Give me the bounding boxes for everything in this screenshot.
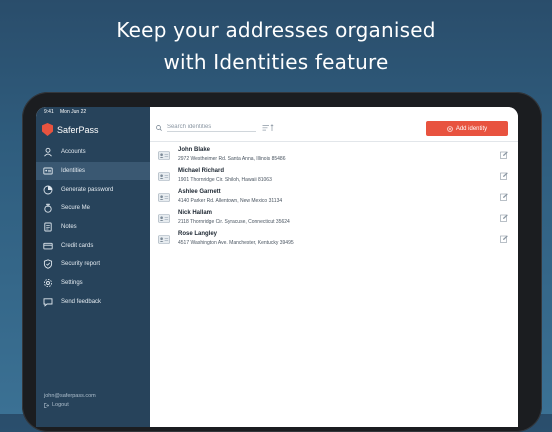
id-card-icon (158, 214, 170, 223)
app-logo: SaferPass (42, 123, 99, 136)
battery-percent: 100% (481, 109, 494, 115)
search-icon (156, 124, 162, 131)
sidebar-item-secure-me[interactable]: Secure Me (36, 199, 150, 218)
note-icon (43, 222, 53, 232)
generate-icon (43, 185, 53, 195)
edit-icon[interactable] (500, 193, 508, 201)
add-identity-label: Add identity (455, 125, 488, 132)
gear-icon (43, 278, 53, 288)
promo-headline: Keep your addresses organised with Ident… (0, 14, 552, 78)
wifi-icon (472, 110, 479, 114)
sidebar-item-security-report[interactable]: Security report (36, 255, 150, 274)
edit-icon[interactable] (500, 172, 508, 180)
sidebar: SaferPass Accounts Identities Generate p… (36, 107, 150, 427)
add-identity-button[interactable]: Add identity (426, 121, 508, 136)
app-name: SaferPass (57, 124, 99, 135)
sidebar-item-label: Security report (61, 261, 101, 268)
logout-icon (44, 403, 49, 408)
account-footer: john@saferpass.com Logout (44, 392, 96, 410)
card-icon (43, 241, 53, 251)
sidebar-item-settings[interactable]: Settings (36, 274, 150, 293)
list-item[interactable]: John Blake 2972 Westheimer Rd. Santa Ann… (150, 145, 518, 166)
search-input[interactable] (166, 123, 256, 132)
sidebar-item-notes[interactable]: Notes (36, 218, 150, 237)
headline-line-1: Keep your addresses organised (116, 18, 436, 42)
battery-icon (497, 109, 508, 115)
shield-icon (43, 259, 53, 270)
id-card-icon (158, 172, 170, 181)
status-date: Mon Jun 22 (60, 109, 87, 115)
id-card-icon (158, 151, 170, 160)
id-card-icon (158, 193, 170, 202)
sidebar-item-identities[interactable]: Identities (36, 161, 150, 181)
id-card-icon (158, 235, 170, 244)
status-time: 9:41 (44, 109, 54, 115)
sidebar-item-label: Generate password (61, 186, 114, 193)
signal-icon (461, 110, 469, 114)
main-panel: Add identity John Blake 2972 Westheimer … (150, 107, 518, 427)
identity-address: 2118 Thornridge Cir. Syracuse, Connectic… (178, 219, 290, 225)
secure-icon (43, 203, 53, 214)
list-item[interactable]: Michael Richard 1901 Thornridge Cir. Shi… (150, 166, 518, 187)
account-email: john@saferpass.com (44, 393, 96, 399)
sidebar-item-label: Credit cards (61, 242, 94, 249)
identity-address: 1901 Thornridge Cir. Shiloh, Hawaii 8106… (178, 177, 272, 183)
headline-line-2: with Identities feature (163, 50, 389, 74)
identity-address: 4517 Washington Ave. Manchester, Kentuck… (178, 240, 294, 246)
sort-icon[interactable] (262, 124, 274, 132)
saferpass-logo-icon (42, 123, 53, 136)
app-screen: 9:41 Mon Jun 22 100% SaferPass Accounts (36, 107, 518, 427)
list-item[interactable]: Ashlee Garnett 4140 Parker Rd. Allentown… (150, 187, 518, 208)
toolbar: Add identity (150, 117, 518, 142)
identity-list: John Blake 2972 Westheimer Rd. Santa Ann… (150, 145, 518, 250)
list-item[interactable]: Rose Langley 4517 Washington Ave. Manche… (150, 229, 518, 250)
edit-icon[interactable] (500, 214, 508, 222)
list-item[interactable]: Nick Hallam 2118 Thornridge Cir. Syracus… (150, 208, 518, 229)
sidebar-item-accounts[interactable]: Accounts (36, 143, 150, 162)
user-icon (43, 147, 53, 157)
add-icon (447, 125, 453, 132)
sidebar-item-label: Settings (61, 280, 83, 287)
sidebar-item-credit-cards[interactable]: Credit cards (36, 236, 150, 255)
identity-name: Michael Richard (178, 168, 225, 174)
sidebar-item-label: Accounts (61, 149, 86, 156)
sidebar-item-label: Secure Me (61, 205, 91, 212)
sidebar-item-send-feedback[interactable]: Send feedback (36, 293, 150, 312)
identity-name: Rose Langley (178, 231, 218, 237)
id-card-icon (43, 166, 53, 176)
sidebar-item-label: Send feedback (61, 298, 102, 305)
sidebar-nav: Accounts Identities Generate password Se… (36, 143, 150, 311)
identity-address: 2972 Westheimer Rd. Santa Anna, Illinois… (178, 156, 286, 162)
identity-name: Ashlee Garnett (178, 189, 221, 195)
logout-label: Logout (52, 402, 69, 408)
chat-icon (43, 297, 53, 307)
edit-icon[interactable] (500, 151, 508, 159)
sidebar-item-generate-password[interactable]: Generate password (36, 180, 150, 199)
edit-icon[interactable] (500, 235, 508, 243)
logout-link[interactable]: Logout (44, 401, 96, 410)
identity-name: John Blake (178, 147, 211, 153)
status-indicators: 100% (461, 109, 508, 115)
sidebar-item-label: Identities (61, 168, 86, 175)
identity-name: Nick Hallam (178, 210, 213, 216)
status-bar: 9:41 Mon Jun 22 100% (36, 107, 518, 116)
identity-address: 4140 Parker Rd. Allentown, New Mexico 31… (178, 198, 283, 204)
sidebar-item-label: Notes (61, 224, 77, 231)
search-box (156, 123, 256, 132)
